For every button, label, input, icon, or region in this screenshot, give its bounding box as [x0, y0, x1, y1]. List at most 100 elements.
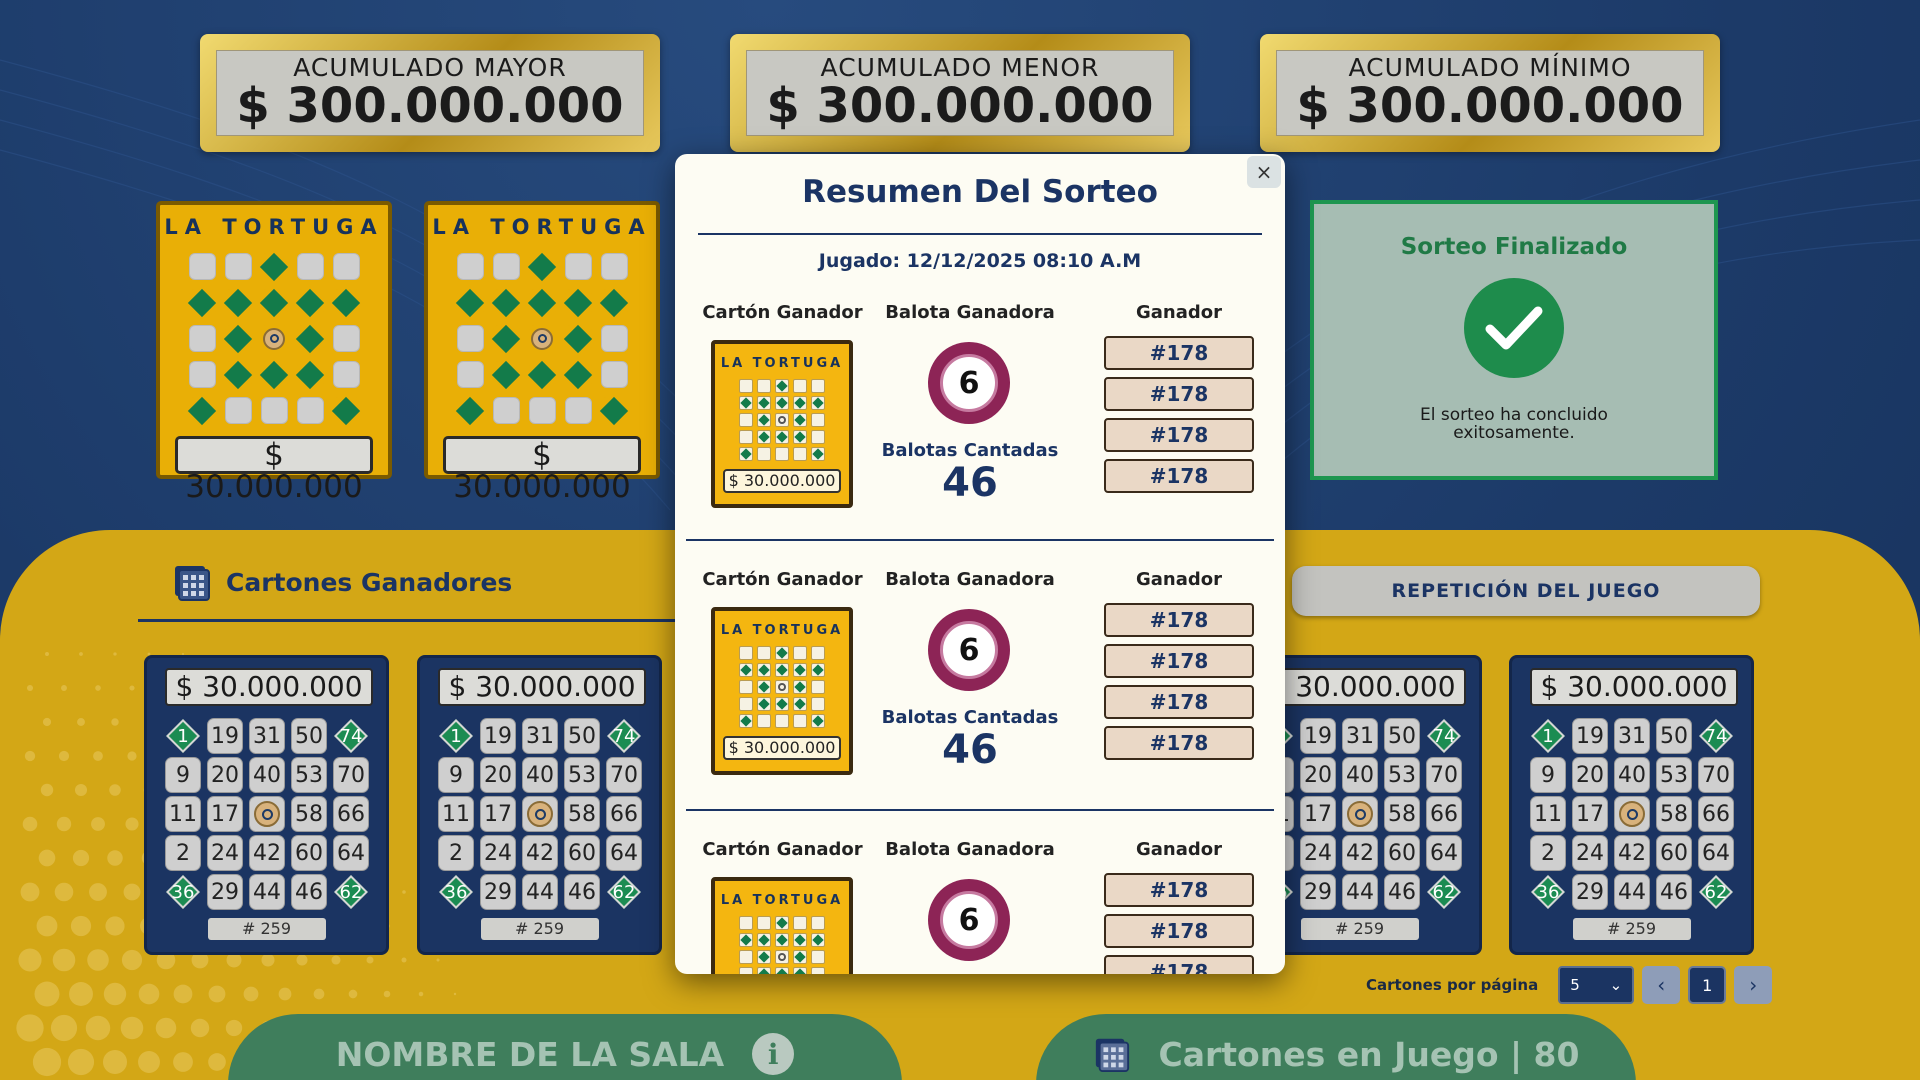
- thumbnail-grid: [715, 646, 849, 728]
- pattern-empty-cell: [793, 379, 807, 393]
- winner-header: Ganador: [1135, 839, 1222, 860]
- pattern-empty-cell: [793, 916, 807, 930]
- pattern-diamond: [793, 413, 807, 427]
- thumbnail-prize: $ 30.000.000: [723, 736, 841, 760]
- draw-summary-modal: Resumen Del Sorteo × Jugado: 12/12/2025 …: [675, 154, 1285, 974]
- pattern-empty-cell: [739, 950, 753, 964]
- pattern-empty-cell: [739, 680, 753, 694]
- modal-title-divider: [698, 233, 1262, 235]
- pattern-empty-cell: [811, 430, 825, 444]
- pattern-diamond: [757, 950, 771, 964]
- winner-id-button[interactable]: #178: [1104, 726, 1254, 760]
- played-date: Jugado: 12/12/2025 08:10 A.M: [818, 250, 1142, 272]
- winner-header: Ganador: [1135, 569, 1222, 590]
- balls-called-label: Balotas Cantadas: [881, 440, 1059, 461]
- balls-called-value: 46: [942, 727, 998, 773]
- pattern-diamond: [757, 430, 771, 444]
- summary-section: Cartón Ganador Balota Ganadora Ganador LA T…: [675, 839, 1285, 974]
- winner-id-button[interactable]: #178: [1104, 914, 1254, 948]
- winner-id-button[interactable]: #178: [1104, 377, 1254, 411]
- pattern-empty-cell: [811, 916, 825, 930]
- ball-number: 6: [940, 891, 998, 949]
- pattern-diamond: [775, 916, 789, 930]
- pattern-diamond: [757, 663, 771, 677]
- pattern-empty-cell: [811, 967, 825, 974]
- thumbnail-title: LA TORTUGA: [720, 623, 844, 638]
- pattern-empty-cell: [757, 714, 771, 728]
- pattern-diamond: [739, 396, 753, 410]
- modal-title: Resumen Del Sorteo: [802, 174, 1158, 210]
- winner-id-button[interactable]: #178: [1104, 685, 1254, 719]
- ball-number: 6: [940, 621, 998, 679]
- pattern-empty-cell: [739, 967, 753, 974]
- close-button[interactable]: ×: [1247, 156, 1281, 188]
- thumbnail-title: LA TORTUGA: [720, 356, 844, 371]
- winning-card-thumbnail: LA TORTUGA $ 30.000.000: [711, 340, 853, 508]
- free-space-icon: [775, 680, 789, 694]
- balls-called-value: 46: [942, 460, 998, 506]
- pattern-diamond: [757, 697, 771, 711]
- summary-section: Cartón Ganador Balota Ganadora Ganador LA T…: [675, 302, 1285, 570]
- pattern-diamond: [757, 933, 771, 947]
- winner-header: Ganador: [1135, 302, 1222, 323]
- pattern-diamond: [793, 430, 807, 444]
- thumbnail-grid: [715, 379, 849, 461]
- free-space-icon: [775, 413, 789, 427]
- pattern-diamond: [793, 680, 807, 694]
- pattern-empty-cell: [757, 916, 771, 930]
- winning-ball: 6: [928, 879, 1010, 961]
- pattern-diamond: [793, 663, 807, 677]
- pattern-diamond: [739, 663, 753, 677]
- winner-id-button[interactable]: #178: [1104, 603, 1254, 637]
- section-divider: [686, 809, 1274, 811]
- pattern-diamond: [811, 933, 825, 947]
- pattern-diamond: [757, 967, 771, 974]
- winner-id-button[interactable]: #178: [1104, 459, 1254, 493]
- pattern-diamond: [757, 396, 771, 410]
- pattern-diamond: [793, 933, 807, 947]
- pattern-diamond: [775, 967, 789, 974]
- pattern-empty-cell: [739, 379, 753, 393]
- balls-called-label: Balotas Cantadas: [881, 707, 1059, 728]
- ball-number: 6: [940, 354, 998, 412]
- pattern-diamond: [793, 396, 807, 410]
- winner-id-button[interactable]: #178: [1104, 873, 1254, 907]
- winning-ball-header: Balota Ganadora: [885, 569, 1055, 590]
- pattern-diamond: [775, 646, 789, 660]
- pattern-empty-cell: [793, 714, 807, 728]
- pattern-diamond: [775, 663, 789, 677]
- pattern-empty-cell: [811, 697, 825, 711]
- pattern-diamond: [739, 447, 753, 461]
- pattern-diamond: [757, 413, 771, 427]
- pattern-diamond: [811, 447, 825, 461]
- pattern-empty-cell: [757, 447, 771, 461]
- pattern-empty-cell: [811, 379, 825, 393]
- winner-id-button[interactable]: #178: [1104, 644, 1254, 678]
- thumbnail-title: LA TORTUGA: [720, 893, 844, 908]
- pattern-diamond: [757, 680, 771, 694]
- thumbnail-prize: $ 30.000.000: [723, 469, 841, 493]
- pattern-diamond: [775, 933, 789, 947]
- pattern-empty-cell: [739, 646, 753, 660]
- pattern-empty-cell: [793, 646, 807, 660]
- pattern-diamond: [739, 933, 753, 947]
- pattern-empty-cell: [793, 447, 807, 461]
- pattern-empty-cell: [739, 413, 753, 427]
- winning-card-thumbnail: LA TORTUGA$ 30.000.000: [711, 877, 853, 974]
- winning-ball-header: Balota Ganadora: [885, 302, 1055, 323]
- winning-card-thumbnail: LA TORTUGA $ 30.000.000: [711, 607, 853, 775]
- pattern-empty-cell: [811, 950, 825, 964]
- winner-id-button[interactable]: #178: [1104, 336, 1254, 370]
- pattern-empty-cell: [775, 714, 789, 728]
- pattern-diamond: [793, 967, 807, 974]
- pattern-diamond: [775, 697, 789, 711]
- pattern-diamond: [775, 396, 789, 410]
- winner-id-button[interactable]: #178: [1104, 955, 1254, 974]
- winning-ball-header: Balota Ganadora: [885, 839, 1055, 860]
- pattern-empty-cell: [739, 697, 753, 711]
- pattern-diamond: [811, 663, 825, 677]
- pattern-diamond: [775, 430, 789, 444]
- winning-ball: 6: [928, 342, 1010, 424]
- pattern-diamond: [793, 697, 807, 711]
- winner-id-button[interactable]: #178: [1104, 418, 1254, 452]
